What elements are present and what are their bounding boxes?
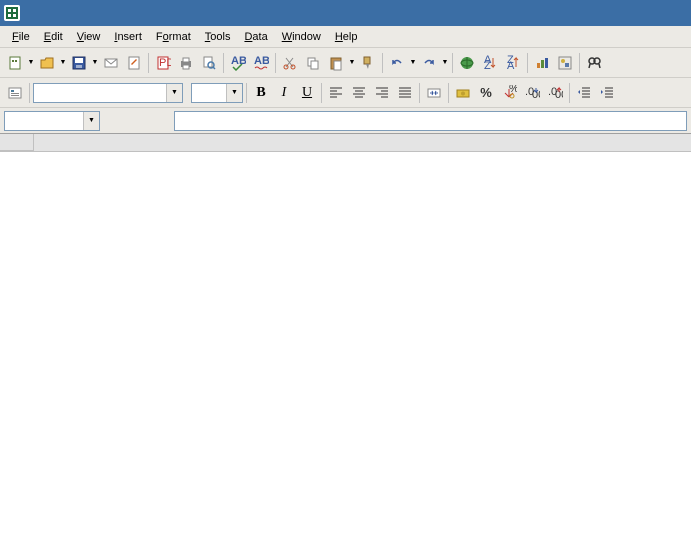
redo-button[interactable] [418, 52, 440, 74]
open-button[interactable] [36, 52, 58, 74]
redo-dropdown[interactable]: ▼ [441, 52, 449, 74]
cell-reference-input[interactable] [5, 115, 83, 127]
menu-window[interactable]: Window [276, 29, 327, 45]
sort-asc-button[interactable]: AZ [479, 52, 501, 74]
hyperlink-button[interactable] [456, 52, 478, 74]
column-headers [0, 134, 691, 152]
menu-bar: File Edit View Insert Format Tools Data … [0, 26, 691, 48]
menu-format[interactable]: Format [150, 29, 197, 45]
menu-edit[interactable]: Edit [38, 29, 69, 45]
standard-toolbar: ▼ ▼ ▼ PDF ABC ABC ▼ ▼ ▼ AZ ZA [0, 48, 691, 78]
font-size-input[interactable] [192, 87, 226, 99]
undo-dropdown[interactable]: ▼ [409, 52, 417, 74]
menu-file[interactable]: File [6, 29, 36, 45]
font-size-select[interactable]: ▼ [191, 83, 243, 103]
svg-text:ABC: ABC [231, 55, 246, 67]
new-doc-button[interactable] [4, 52, 26, 74]
select-all-corner[interactable] [0, 134, 34, 151]
menu-view[interactable]: View [71, 29, 107, 45]
underline-button[interactable]: U [296, 82, 318, 104]
size-dropdown[interactable]: ▼ [226, 84, 242, 102]
menu-insert[interactable]: Insert [108, 29, 148, 45]
pdf-button[interactable]: PDF [152, 52, 174, 74]
styles-button[interactable] [4, 82, 26, 104]
delete-decimal-button[interactable]: .000 [544, 82, 566, 104]
cut-button[interactable] [279, 52, 301, 74]
add-decimal-button[interactable]: .000 [521, 82, 543, 104]
menu-data[interactable]: Data [238, 29, 273, 45]
new-dropdown[interactable]: ▼ [27, 52, 35, 74]
chart-object[interactable] [60, 158, 620, 468]
show-draw-button[interactable] [554, 52, 576, 74]
bold-button[interactable]: B [250, 82, 272, 104]
svg-text:PDF: PDF [159, 57, 171, 69]
name-box[interactable]: ▼ [4, 111, 100, 131]
paste-dropdown[interactable]: ▼ [348, 52, 356, 74]
formula-input[interactable] [174, 111, 687, 131]
spreadsheet-grid[interactable] [0, 134, 691, 559]
title-bar [0, 0, 691, 26]
standard-format-button[interactable]: % [498, 82, 520, 104]
align-justify-button[interactable] [394, 82, 416, 104]
merge-cells-button[interactable] [423, 82, 445, 104]
svg-text:%: % [509, 85, 517, 95]
function-wizard-button[interactable] [104, 111, 124, 131]
formatting-toolbar: ▼ ▼ B I U % % .000 .000 [0, 78, 691, 108]
percent-button[interactable]: % [475, 82, 497, 104]
font-name-input[interactable] [34, 87, 166, 99]
sort-desc-button[interactable]: ZA [502, 52, 524, 74]
formula-buttons [104, 111, 170, 131]
paste-button[interactable] [325, 52, 347, 74]
sum-button[interactable] [127, 111, 147, 131]
pie-chart [80, 176, 500, 466]
chart-button[interactable] [531, 52, 553, 74]
equals-button[interactable] [150, 111, 170, 131]
font-dropdown[interactable]: ▼ [166, 84, 182, 102]
menu-tools[interactable]: Tools [199, 29, 237, 45]
align-left-button[interactable] [325, 82, 347, 104]
email-button[interactable] [100, 52, 122, 74]
spellcheck-button[interactable]: ABC [227, 52, 249, 74]
print-button[interactable] [175, 52, 197, 74]
italic-button[interactable]: I [273, 82, 295, 104]
svg-text:ABC: ABC [254, 55, 269, 67]
save-button[interactable] [68, 52, 90, 74]
save-dropdown[interactable]: ▼ [91, 52, 99, 74]
name-box-dropdown[interactable]: ▼ [83, 112, 99, 130]
menu-help[interactable]: Help [329, 29, 364, 45]
increase-indent-button[interactable] [596, 82, 618, 104]
autospell-button[interactable]: ABC [250, 52, 272, 74]
svg-text:Z: Z [484, 60, 491, 71]
formula-bar: ▼ [0, 108, 691, 134]
font-name-select[interactable]: ▼ [33, 83, 183, 103]
copy-button[interactable] [302, 52, 324, 74]
align-right-button[interactable] [371, 82, 393, 104]
open-dropdown[interactable]: ▼ [59, 52, 67, 74]
undo-button[interactable] [386, 52, 408, 74]
paintbrush-button[interactable] [357, 52, 379, 74]
app-icon [4, 5, 20, 21]
find-button[interactable] [583, 52, 605, 74]
edit-doc-button[interactable] [123, 52, 145, 74]
align-center-button[interactable] [348, 82, 370, 104]
currency-button[interactable] [452, 82, 474, 104]
preview-button[interactable] [198, 52, 220, 74]
svg-text:A: A [507, 60, 515, 71]
decrease-indent-button[interactable] [573, 82, 595, 104]
